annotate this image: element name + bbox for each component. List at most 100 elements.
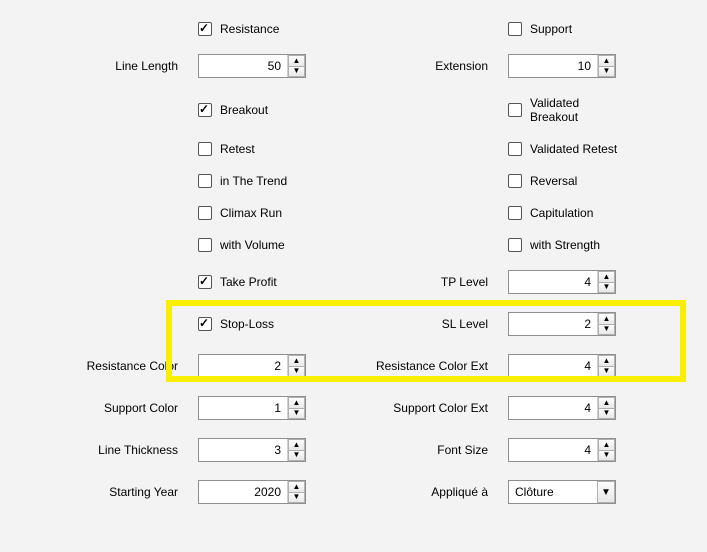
spinner-down-icon[interactable]: ▼ [598,324,615,336]
resistance-checkbox-row[interactable]: Resistance [198,22,308,36]
validated-breakout-label: Validated Breakout [530,96,618,124]
breakout-label: Breakout [220,103,268,117]
checkbox-icon [508,103,522,117]
checkbox-icon [198,142,212,156]
take-profit-label: Take Profit [220,275,277,289]
spinner-down-icon[interactable]: ▼ [288,450,305,462]
checkbox-icon [198,317,212,331]
line-thickness-label: Line Thickness [18,443,178,457]
extension-input[interactable] [509,55,597,77]
checkbox-icon [508,206,522,220]
validated-retest-label: Validated Retest [530,142,617,156]
spinner-up-icon[interactable]: ▲ [288,397,305,408]
take-profit-checkbox-row[interactable]: Take Profit [198,275,308,289]
chevron-down-icon[interactable]: ▼ [597,481,615,503]
line-length-input[interactable] [199,55,287,77]
spinner-down-icon[interactable]: ▼ [598,408,615,420]
resistance-color-spinner[interactable]: ▲ ▼ [198,354,306,378]
support-color-ext-label: Support Color Ext [328,401,488,415]
font-size-spinner[interactable]: ▲ ▼ [508,438,616,462]
spinner-up-icon[interactable]: ▲ [288,481,305,492]
font-size-input[interactable] [509,439,597,461]
resistance-label: Resistance [220,22,279,36]
checkbox-icon [198,206,212,220]
reversal-label: Reversal [530,174,577,188]
extension-spinner[interactable]: ▲ ▼ [508,54,616,78]
retest-checkbox-row[interactable]: Retest [198,142,308,156]
support-checkbox-row[interactable]: Support [508,22,618,36]
applied-to-value: Clôture [509,481,597,503]
breakout-checkbox-row[interactable]: Breakout [198,103,308,117]
spinner-down-icon[interactable]: ▼ [288,492,305,504]
in-the-trend-checkbox-row[interactable]: in The Trend [198,174,308,188]
spinner-up-icon[interactable]: ▲ [288,439,305,450]
with-volume-label: with Volume [220,238,285,252]
resistance-color-ext-input[interactable] [509,355,597,377]
capitulation-label: Capitulation [530,206,593,220]
support-color-spinner[interactable]: ▲ ▼ [198,396,306,420]
resistance-color-ext-label: Resistance Color Ext [328,359,488,373]
resistance-color-ext-spinner[interactable]: ▲ ▼ [508,354,616,378]
spinner-down-icon[interactable]: ▼ [288,366,305,378]
support-color-label: Support Color [18,401,178,415]
capitulation-checkbox-row[interactable]: Capitulation [508,206,618,220]
checkbox-icon [198,22,212,36]
spinner-down-icon[interactable]: ▼ [288,66,305,78]
climax-run-label: Climax Run [220,206,282,220]
sl-level-spinner[interactable]: ▲ ▼ [508,312,616,336]
line-thickness-input[interactable] [199,439,287,461]
reversal-checkbox-row[interactable]: Reversal [508,174,618,188]
with-strength-checkbox-row[interactable]: with Strength [508,238,618,252]
line-length-label: Line Length [18,59,178,73]
validated-breakout-checkbox-row[interactable]: Validated Breakout [508,96,618,124]
starting-year-input[interactable] [199,481,287,503]
spinner-up-icon[interactable]: ▲ [598,271,615,282]
spinner-up-icon[interactable]: ▲ [598,355,615,366]
tp-level-input[interactable] [509,271,597,293]
spinner-down-icon[interactable]: ▼ [598,366,615,378]
checkbox-icon [198,238,212,252]
tp-level-label: TP Level [328,275,488,289]
applied-to-select[interactable]: Clôture ▼ [508,480,616,504]
applied-to-label: Appliqué à [328,485,488,499]
font-size-label: Font Size [328,443,488,457]
spinner-up-icon[interactable]: ▲ [288,355,305,366]
support-color-input[interactable] [199,397,287,419]
extension-label: Extension [328,59,488,73]
spinner-down-icon[interactable]: ▼ [598,450,615,462]
checkbox-icon [508,238,522,252]
resistance-color-input[interactable] [199,355,287,377]
resistance-color-label: Resistance Color [18,359,178,373]
checkbox-icon [508,174,522,188]
with-volume-checkbox-row[interactable]: with Volume [198,238,308,252]
spinner-down-icon[interactable]: ▼ [288,408,305,420]
spinner-up-icon[interactable]: ▲ [598,55,615,66]
spinner-down-icon[interactable]: ▼ [598,66,615,78]
validated-retest-checkbox-row[interactable]: Validated Retest [508,142,618,156]
line-thickness-spinner[interactable]: ▲ ▼ [198,438,306,462]
sl-level-input[interactable] [509,313,597,335]
support-color-ext-spinner[interactable]: ▲ ▼ [508,396,616,420]
line-length-spinner[interactable]: ▲ ▼ [198,54,306,78]
starting-year-spinner[interactable]: ▲ ▼ [198,480,306,504]
spinner-down-icon[interactable]: ▼ [598,282,615,294]
starting-year-label: Starting Year [18,485,178,499]
checkbox-icon [508,22,522,36]
spinner-up-icon[interactable]: ▲ [598,313,615,324]
checkbox-icon [508,142,522,156]
sl-level-label: SL Level [328,317,488,331]
spinner-up-icon[interactable]: ▲ [288,55,305,66]
spinner-up-icon[interactable]: ▲ [598,439,615,450]
spinner-up-icon[interactable]: ▲ [598,397,615,408]
support-color-ext-input[interactable] [509,397,597,419]
settings-grid: . Resistance . Support Line Length ▲ ▼ E… [0,0,707,526]
climax-run-checkbox-row[interactable]: Climax Run [198,206,308,220]
checkbox-icon [198,174,212,188]
retest-label: Retest [220,142,255,156]
checkbox-icon [198,103,212,117]
tp-level-spinner[interactable]: ▲ ▼ [508,270,616,294]
with-strength-label: with Strength [530,238,600,252]
in-the-trend-label: in The Trend [220,174,287,188]
stop-loss-label: Stop-Loss [220,317,274,331]
stop-loss-checkbox-row[interactable]: Stop-Loss [198,317,308,331]
